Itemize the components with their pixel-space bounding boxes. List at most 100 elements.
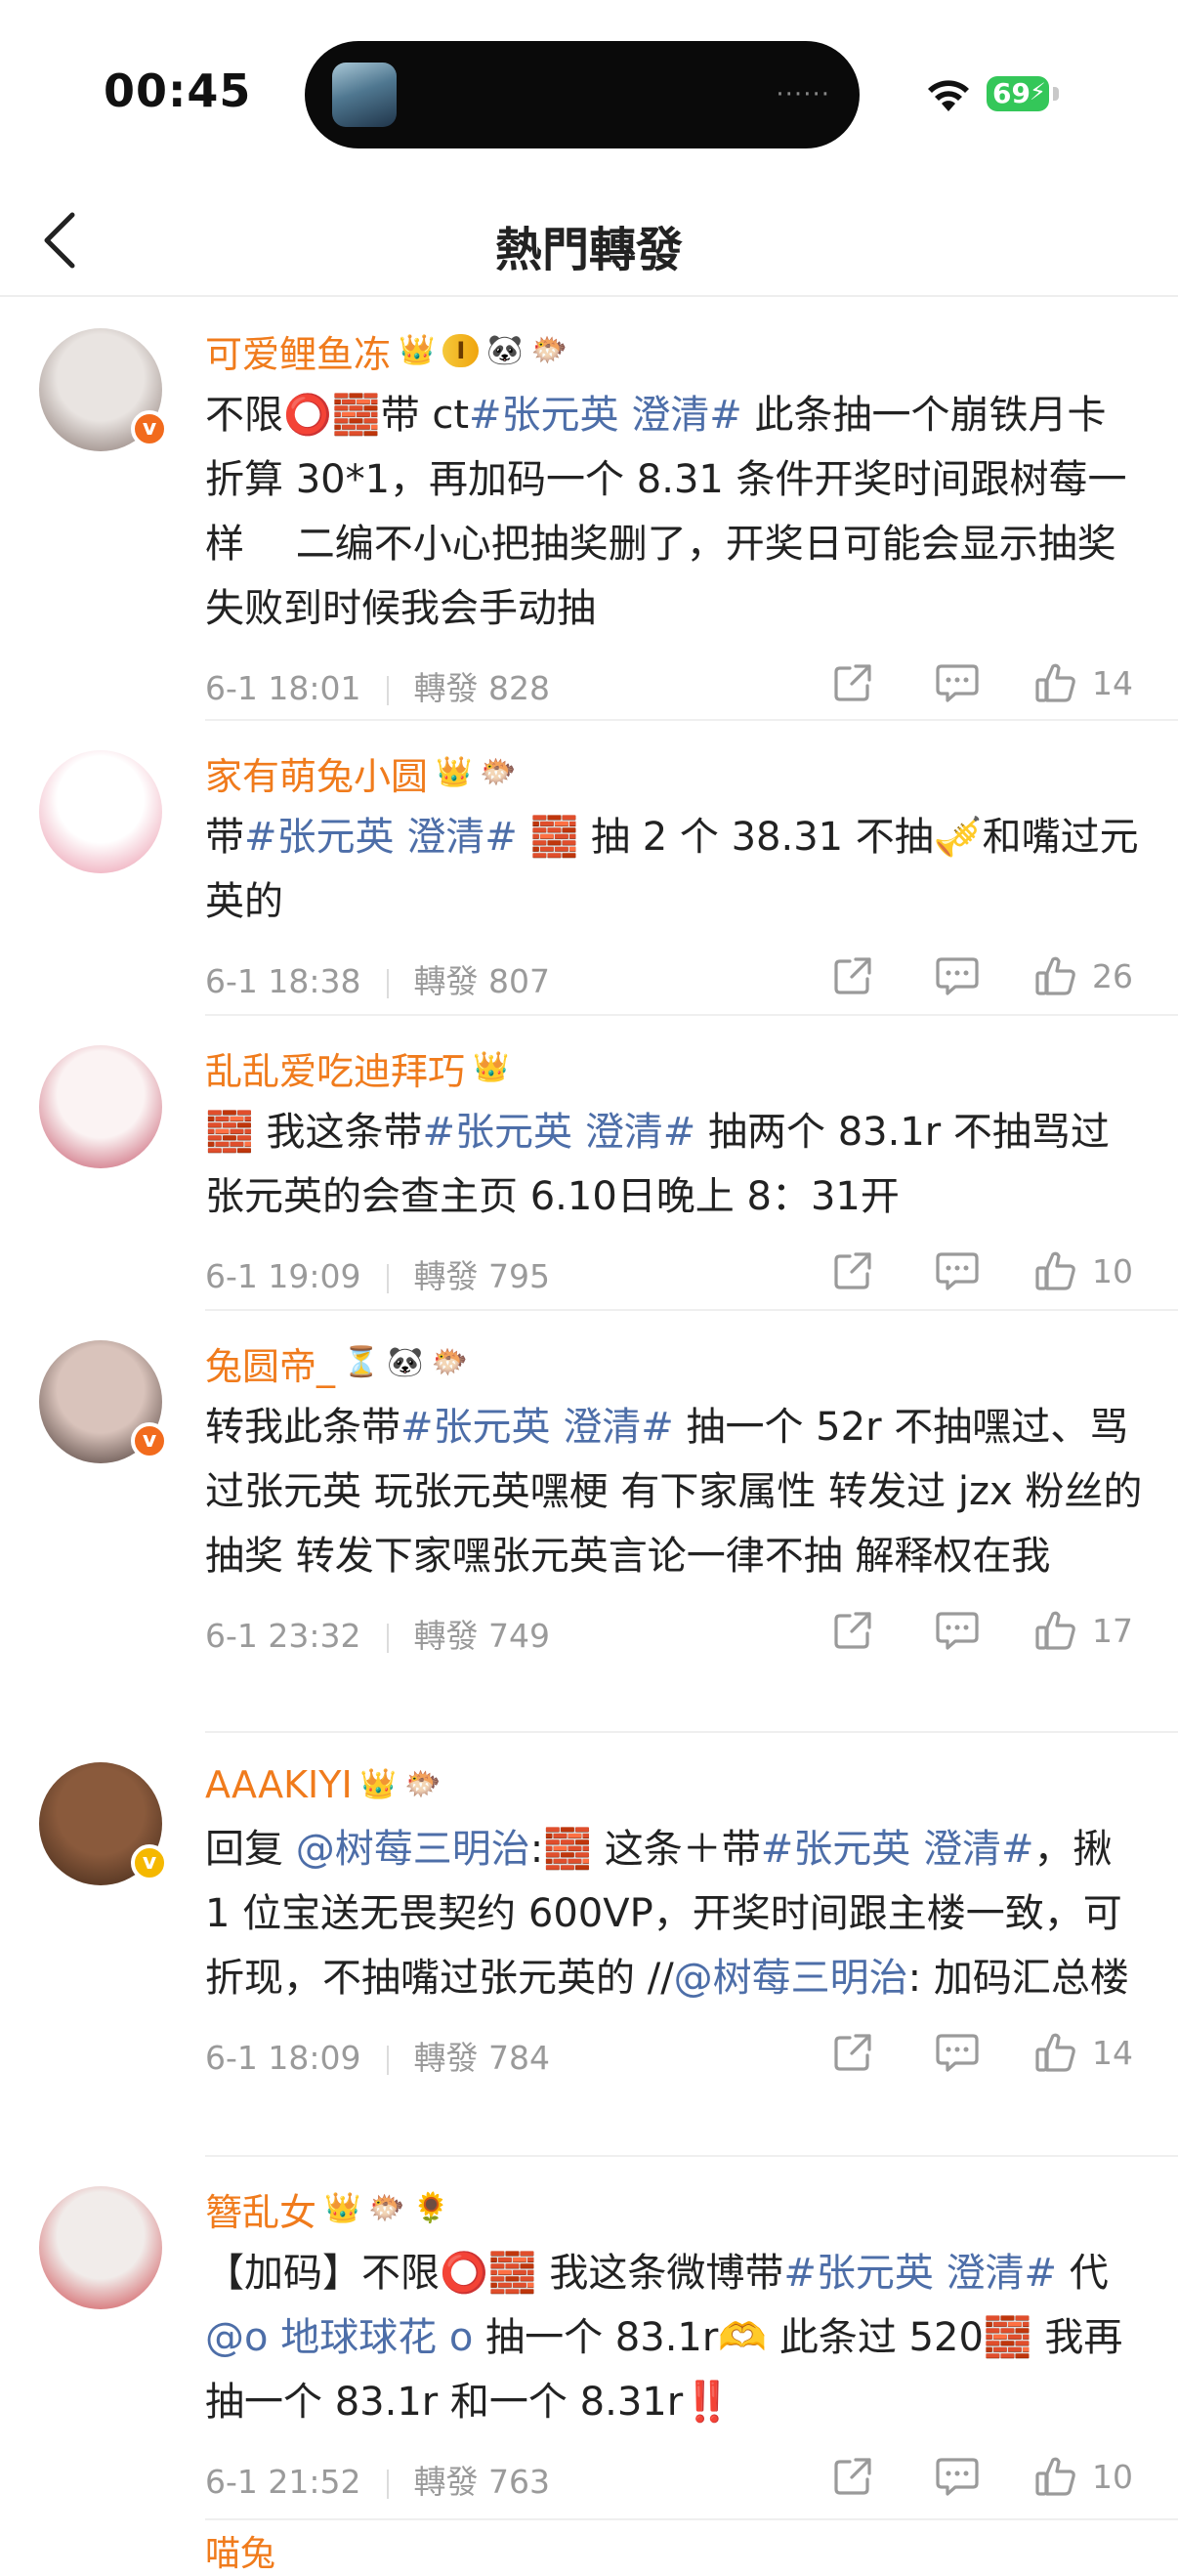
thumbs-up-icon [1033,2454,1078,2499]
share-icon[interactable] [830,1246,875,1295]
meta-row: 6-1 23:32 轉發 749 17 [205,1588,1143,1678]
share-icon[interactable] [830,2452,875,2501]
username-row: 兔圆帝_ ⏳ 🐼 🐡 [205,1332,1143,1393]
comment-icon[interactable] [934,951,981,1000]
avatar[interactable]: v [39,328,168,451]
avatar[interactable]: v [39,1340,168,1463]
like-button[interactable]: 10 [1033,1246,1133,1295]
mention-link[interactable]: @o 地球球花 o [205,2315,473,2360]
meta-row: 6-1 18:01 轉發 828 14 [205,641,1143,731]
repost-item[interactable]: 家有萌兔小圆 👑 🐡 带#张元英 澄清# 🧱 抽 2 个 38.31 不抽🎺和嘴过元英… [39,721,1178,1016]
content-text: :🧱 这条＋带 [529,1827,761,1872]
meta-row: 6-1 21:52 轉發 763 10 [205,2434,1143,2524]
comment-icon[interactable] [934,1606,981,1655]
avatar[interactable] [39,750,162,873]
island-dots: ······ [776,80,830,109]
user-badge-icon: 🐡 [404,1767,442,1801]
mention-link[interactable]: @树莓三明治 [674,1956,908,2001]
like-button[interactable]: 10 [1033,2452,1133,2501]
share-icon[interactable] [830,2028,875,2077]
thumbs-up-icon [1033,953,1078,998]
wifi-icon [928,80,969,111]
thumbs-up-icon [1033,660,1078,705]
mention-link[interactable]: @树莓三明治 [296,1827,530,1872]
content-text: 🧱 我这条带 [205,1110,423,1155]
username[interactable]: 可爱鲤鱼冻 [205,324,391,378]
like-button[interactable]: 14 [1033,658,1133,707]
topic-link[interactable]: #张元英 澄清# [423,1110,696,1155]
divider [386,1623,389,1653]
charging-icon: ⚡ [1030,78,1046,106]
post-body: 簪乱女 👑 🐡 🌻 【加码】不限⭕🧱 我这条微博带#张元英 澄清# 代 @o 地球球花 … [205,2157,1143,2524]
avatar[interactable] [39,2186,162,2309]
user-badge-icon: 👑 [359,1767,398,1801]
user-badge-icon: 🐡 [530,333,568,367]
meta-row: 6-1 18:38 轉發 807 26 [205,934,1143,1024]
like-count: 14 [1092,663,1133,702]
username[interactable]: 乱乱爱吃迪拜巧 [205,1041,465,1095]
post-content: 不限⭕🧱带 ct#张元英 澄清# 此条抽一个崩铁月卡折算 30*1，再加码一个 … [205,383,1143,641]
topic-link[interactable]: #张元英 澄清# [761,1827,1034,1872]
comment-icon[interactable] [934,2452,981,2501]
thumbs-up-icon [1033,2030,1078,2075]
avatar-image [39,750,162,873]
repost-count: 轉發 828 [413,669,550,707]
topic-link[interactable]: #张元英 澄清# [244,815,518,860]
topic-link[interactable]: #张元英 澄清# [400,1405,674,1450]
comment-icon[interactable] [934,2028,981,2077]
username[interactable]: 兔圆帝_ [205,1336,335,1390]
repost-count: 轉發 763 [413,2463,550,2501]
repost-item[interactable]: v AAAKIYI 👑 🐡 回复 @树莓三明治:🧱 这条＋带#张元英 澄清#，揪 1 位… [39,1733,1178,2157]
next-username-partial[interactable]: 喵兔 [205,2525,275,2576]
content-text: 带 [205,815,244,860]
divider [386,968,389,998]
now-playing-thumbnail [332,63,397,127]
like-button[interactable]: 17 [1033,1606,1133,1655]
like-count: 17 [1092,1611,1133,1650]
share-icon[interactable] [830,658,875,707]
like-button[interactable]: 26 [1033,951,1133,1000]
like-button[interactable]: 14 [1033,2028,1133,2077]
post-meta: 6-1 21:52 轉發 763 [205,2456,550,2503]
avatar[interactable] [39,1045,162,1168]
avatar[interactable]: v [39,1762,168,1885]
post-body: 家有萌兔小圆 👑 🐡 带#张元英 澄清# 🧱 抽 2 个 38.31 不抽🎺和嘴过元英… [205,721,1143,1024]
post-body: 兔圆帝_ ⏳ 🐼 🐡 转我此条带#张元英 澄清# 抽一个 52r 不抽嘿过、骂过张元英 … [205,1311,1143,1678]
user-badge-icon: 🐡 [480,755,517,789]
share-icon[interactable] [830,1606,875,1655]
post-date: 6-1 18:38 [205,962,361,1000]
comment-icon[interactable] [934,1246,981,1295]
username[interactable]: 簪乱女 [205,2182,316,2236]
share-icon[interactable] [830,951,875,1000]
topic-link[interactable]: #张元英 澄清# [469,393,742,438]
divider [386,2469,389,2499]
repost-item[interactable]: 簪乱女 👑 🐡 🌻 【加码】不限⭕🧱 我这条微博带#张元英 澄清# 代 @o 地球球花 … [39,2157,1178,2520]
meta-row: 6-1 18:09 轉發 784 14 [205,2010,1143,2100]
username[interactable]: AAAKIYI [205,1763,353,1806]
username-row: 乱乱爱吃迪拜巧 👑 [205,1037,1143,1098]
content-text: : 加码汇总楼 [907,1956,1129,2001]
comment-icon[interactable] [934,658,981,707]
post-meta: 6-1 18:01 轉發 828 [205,662,550,709]
content-text: 【加码】不限⭕🧱 我这条微博带 [205,2251,784,2296]
post-body: 乱乱爱吃迪拜巧 👑 🧱 我这条带#张元英 澄清# 抽两个 83.1r 不抽骂过张元英… [205,1016,1143,1319]
repost-item[interactable]: v 兔圆帝_ ⏳ 🐼 🐡 转我此条带#张元英 澄清# 抽一个 52r 不抽嘿过、骂过张元英… [39,1311,1178,1733]
post-date: 6-1 19:09 [205,1257,361,1295]
dynamic-island[interactable]: ······ [305,41,860,148]
post-meta: 6-1 19:09 轉發 795 [205,1250,550,1297]
battery-cap [1053,87,1059,101]
repost-item[interactable]: 乱乱爱吃迪拜巧 👑 🧱 我这条带#张元英 澄清# 抽两个 83.1r 不抽骂过张元英… [39,1016,1178,1311]
verified-badge-icon: v [131,410,168,447]
repost-item[interactable]: v 可爱鲤鱼冻 👑 I 🐼 🐡 不限⭕🧱带 ct#张元英 澄清# 此条抽一个崩铁月卡折算 3… [39,299,1178,721]
username[interactable]: 家有萌兔小圆 [205,746,428,800]
post-meta: 6-1 18:09 轉發 784 [205,2032,550,2079]
username-row: 簪乱女 👑 🐡 🌻 [205,2178,1143,2239]
username-row: 家有萌兔小圆 👑 🐡 [205,742,1143,803]
meta-row: 6-1 19:09 轉發 795 10 [205,1229,1143,1319]
nav-header: 熱門轉發 [0,186,1178,297]
topic-link[interactable]: #张元英 澄清# [783,2251,1057,2296]
post-content: 转我此条带#张元英 澄清# 抽一个 52r 不抽嘿过、骂过张元英 玩张元英嘿梗 … [205,1395,1143,1588]
user-badge-icon: 🌻 [412,2191,450,2225]
repost-count: 轉發 749 [413,1617,550,1655]
status-bar: 00:45 ······ 69 ⚡ [0,0,1178,186]
